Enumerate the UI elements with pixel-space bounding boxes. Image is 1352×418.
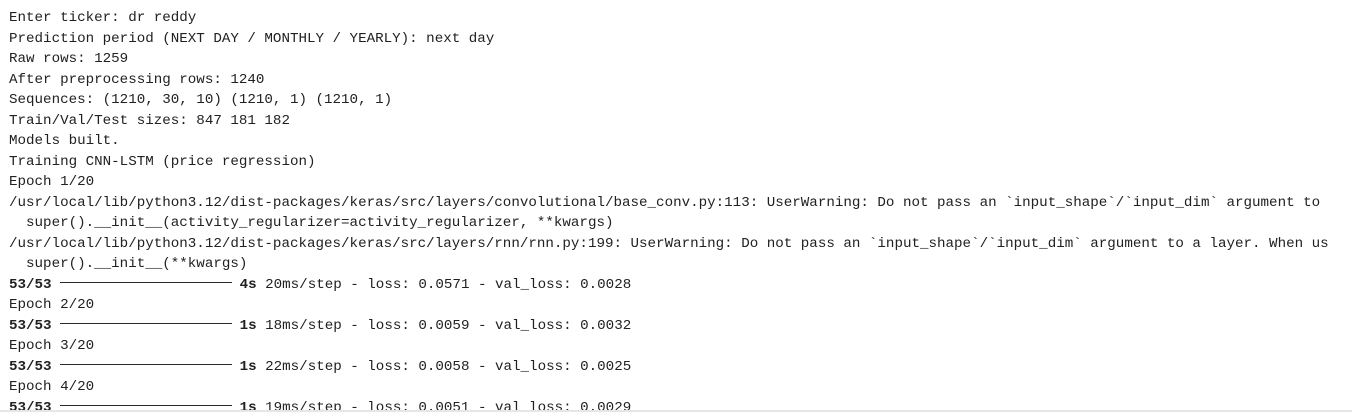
output-line: Sequences: (1210, 30, 10) (1210, 1) (121…: [9, 92, 393, 108]
output-line: Models built.: [9, 133, 120, 149]
progress-time: 4s: [239, 276, 257, 293]
progress-line: 53/53 4s 20ms/step - loss: 0.0571 - val_l…: [9, 275, 1352, 296]
progress-line: 53/53 1s 18ms/step - loss: 0.0059 - val_l…: [9, 316, 1352, 337]
output-line: Train/Val/Test sizes: 847 181 182: [9, 112, 290, 129]
output-line: Epoch 1/20: [9, 174, 95, 190]
progress-line: 53/53 1s 22ms/step - loss: 0.0058 - val_l…: [9, 357, 1352, 378]
progress-steps: 53/53: [9, 317, 52, 334]
progress-steps: 53/53: [9, 276, 52, 293]
progress-bar: [59, 405, 232, 407]
progress-bar: [59, 364, 232, 366]
output-line: Epoch 3/20: [9, 338, 95, 354]
output-line: /usr/local/lib/python3.12/dist-packages/…: [9, 194, 1321, 211]
output-line: Training CNN-LSTM (price regression): [9, 153, 316, 170]
progress-metrics: 20ms/step - loss: 0.0571 - val_loss: 0.0…: [256, 276, 632, 293]
progress-line: 53/53 1s 19ms/step - loss: 0.0051 - val_l…: [9, 398, 1352, 411]
cell-divider: [0, 410, 1352, 412]
progress-metrics: 22ms/step - loss: 0.0058 - val_loss: 0.0…: [256, 358, 632, 375]
output-line: Epoch 4/20: [9, 379, 95, 395]
output-line: After preprocessing rows: 1240: [9, 71, 265, 88]
output-line: super().__init__(**kwargs): [9, 256, 248, 272]
output-line: /usr/local/lib/python3.12/dist-packages/…: [9, 235, 1329, 252]
progress-time: 1s: [239, 358, 257, 375]
progress-bar: [59, 282, 232, 284]
output-console: Enter ticker: dr reddy Prediction period …: [9, 8, 1352, 410]
progress-metrics: 18ms/step - loss: 0.0059 - val_loss: 0.0…: [256, 317, 632, 334]
progress-time: 1s: [239, 317, 257, 334]
progress-steps: 53/53: [9, 358, 52, 375]
progress-steps: 53/53: [9, 399, 52, 411]
output-line: super().__init__(activity_regularizer=ac…: [9, 215, 614, 231]
output-line: Prediction period (NEXT DAY / MONTHLY / …: [9, 30, 495, 47]
output-line: Enter ticker: dr reddy: [9, 10, 197, 26]
progress-bar: [59, 323, 232, 325]
progress-metrics: 19ms/step - loss: 0.0051 - val_loss: 0.0…: [256, 399, 632, 411]
progress-time: 1s: [239, 399, 257, 411]
output-line: Raw rows: 1259: [9, 51, 129, 67]
output-line: Epoch 2/20: [9, 297, 95, 313]
